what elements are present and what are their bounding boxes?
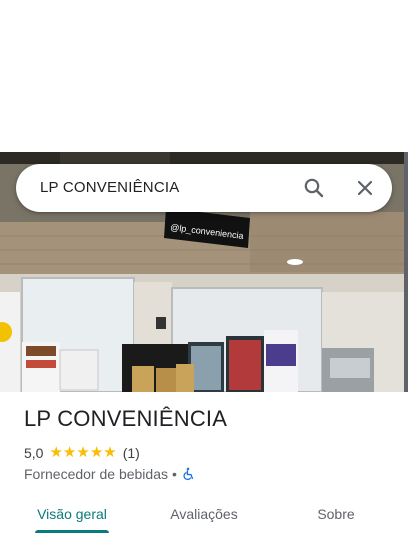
rating-value: 5,0 xyxy=(24,445,44,461)
tab-about[interactable]: Sobre xyxy=(296,498,376,530)
search-icon[interactable] xyxy=(302,176,326,200)
search-bar[interactable]: LP CONVENIÊNCIA xyxy=(16,164,392,212)
star-rating: ★ ★ ★ ★ ★ xyxy=(49,445,116,461)
place-category: Fornecedor de bebidas xyxy=(24,466,168,482)
search-input[interactable]: LP CONVENIÊNCIA xyxy=(40,164,179,212)
separator-dot: • xyxy=(172,466,177,482)
tab-reviews[interactable]: Avaliações xyxy=(154,498,254,530)
star-icon: ★ xyxy=(49,444,63,461)
place-title: LP CONVENIÊNCIA xyxy=(24,406,228,431)
category-row: Fornecedor de bebidas • xyxy=(24,465,195,483)
review-count[interactable]: (1) xyxy=(123,445,140,461)
scrollbar[interactable] xyxy=(404,152,408,392)
map-blank-area xyxy=(0,0,408,152)
wheelchair-icon xyxy=(181,467,195,481)
active-tab-indicator xyxy=(35,530,109,533)
star-icon: ★ xyxy=(62,444,77,461)
star-icon: ★ xyxy=(89,444,104,461)
tab-overview[interactable]: Visão geral xyxy=(22,498,122,530)
rating-row[interactable]: 5,0 ★ ★ ★ ★ ★ (1) xyxy=(24,444,140,462)
close-icon[interactable] xyxy=(353,176,377,200)
place-tabs: Visão geral Avaliações Sobre xyxy=(0,498,404,544)
star-icon: ★ xyxy=(76,444,90,461)
star-icon: ★ xyxy=(103,444,117,461)
